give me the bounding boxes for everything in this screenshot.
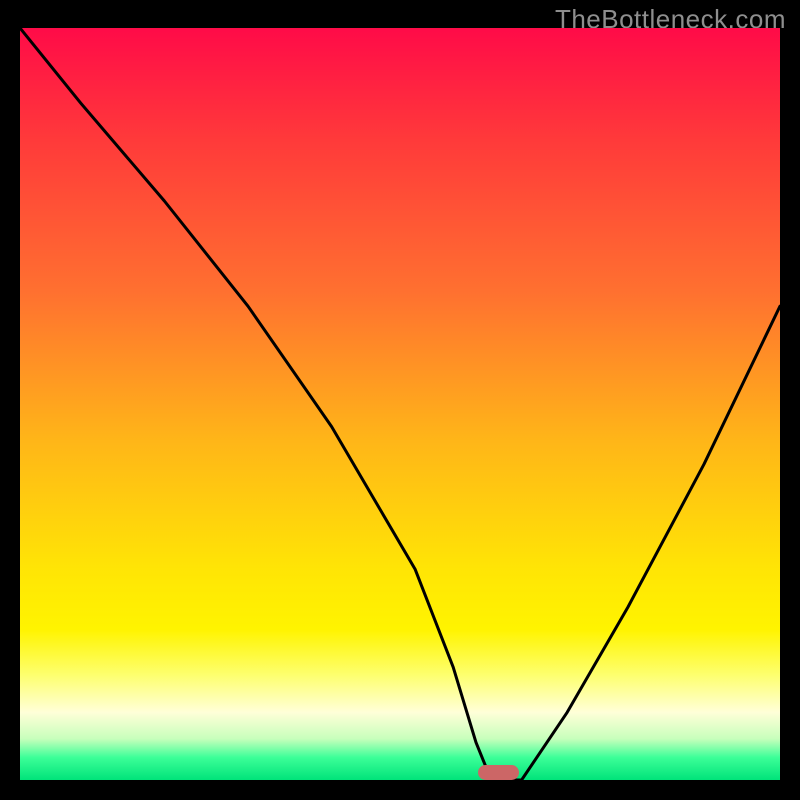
optimal-marker: [478, 765, 519, 780]
chart-frame: TheBottleneck.com: [0, 0, 800, 800]
bottleneck-plot: [20, 28, 780, 780]
gradient-background: [20, 28, 780, 780]
